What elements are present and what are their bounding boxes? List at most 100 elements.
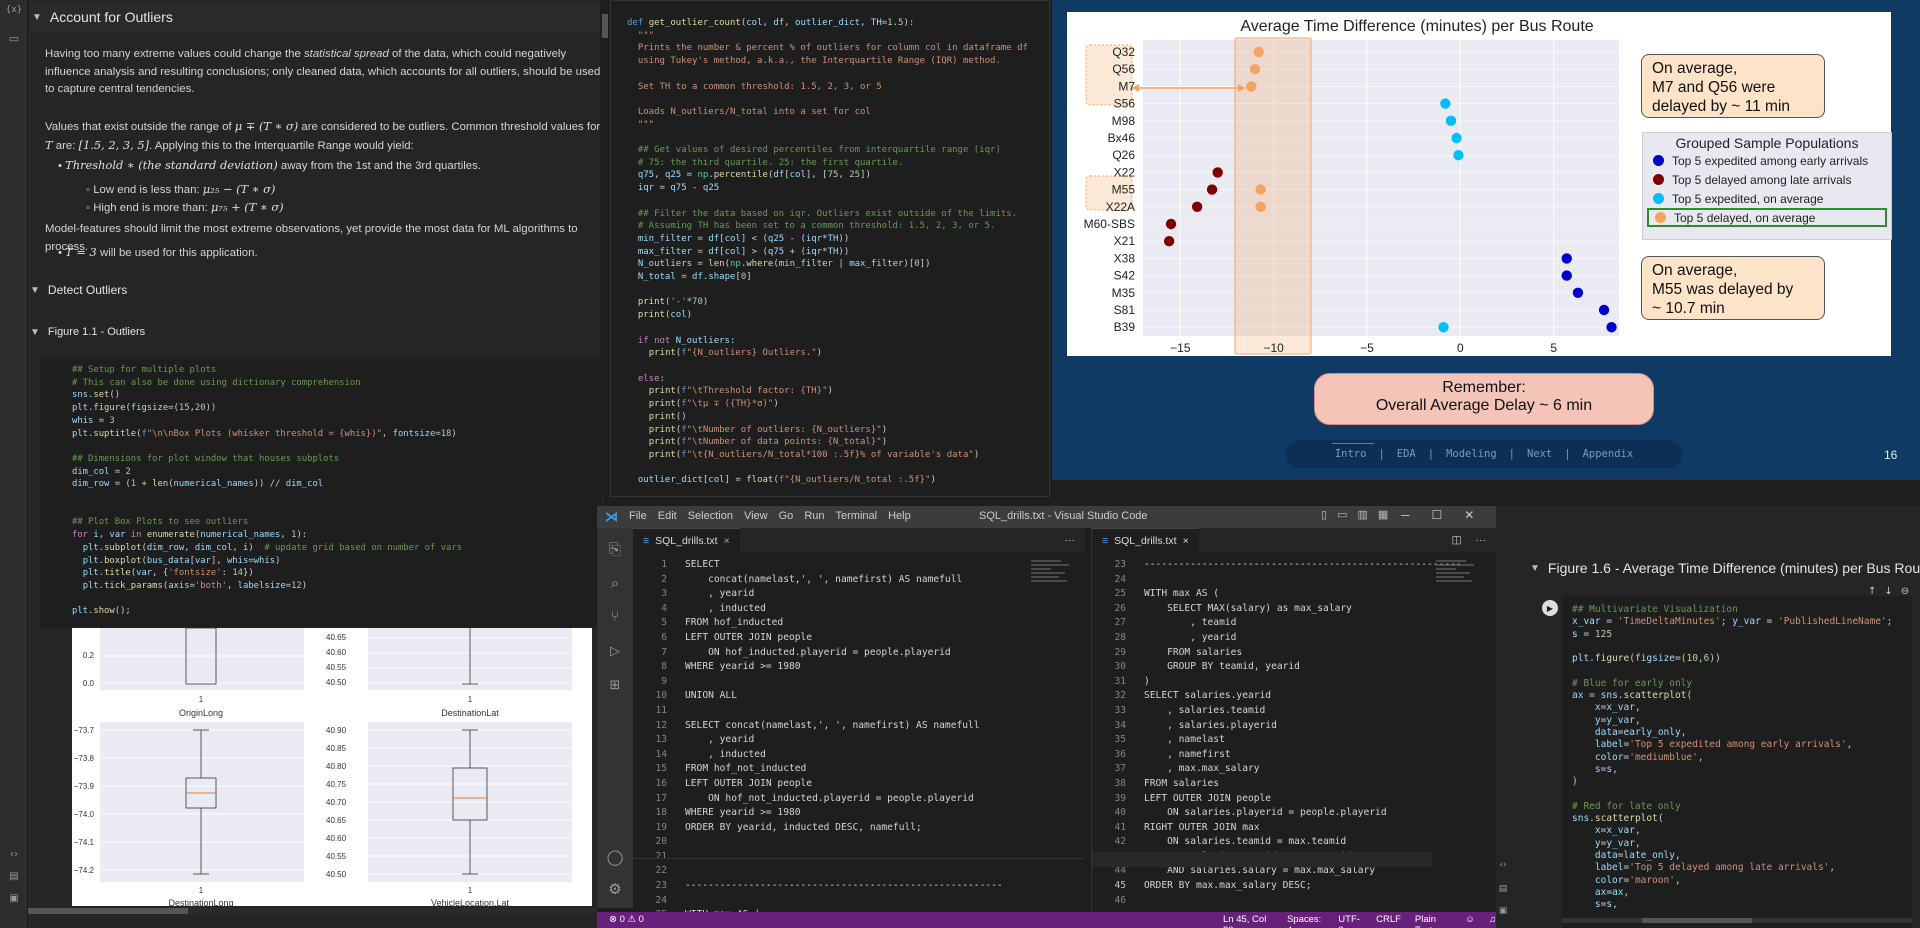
- menu-selection[interactable]: Selection: [688, 510, 733, 522]
- code-line[interactable]: 16 LEFT OUTER JOIN people: [633, 777, 1003, 792]
- bell-icon[interactable]: ♫: [1489, 914, 1496, 928]
- code-line[interactable]: 39 LEFT OUTER JOIN people: [1092, 792, 1462, 807]
- more-actions-icon[interactable]: ···: [1055, 528, 1086, 552]
- layout-icon[interactable]: ▥: [1357, 508, 1367, 521]
- menu-view[interactable]: View: [744, 510, 768, 522]
- menu-edit[interactable]: Edit: [658, 510, 677, 522]
- code-line[interactable]: 20: [633, 835, 1003, 850]
- minimize-icon[interactable]: ─: [1401, 508, 1410, 522]
- code-line[interactable]: 26 SELECT MAX(salary) as max_salary: [1092, 602, 1462, 617]
- gear-icon[interactable]: ⚙: [603, 878, 627, 900]
- code-line[interactable]: 12 SELECT concat(namelast,', ', namefirst…: [633, 719, 1003, 734]
- code-toggle-icon[interactable]: ‹›: [1496, 858, 1510, 872]
- code-line[interactable]: 37 , max.max_salary: [1092, 762, 1462, 777]
- maximize-icon[interactable]: ☐: [1432, 508, 1443, 522]
- minimap-left[interactable]: [1031, 558, 1075, 618]
- variables-icon[interactable]: {x}: [4, 2, 24, 18]
- code-line[interactable]: 34 , salaries.playerid: [1092, 719, 1462, 734]
- search-icon[interactable]: ⌕: [603, 572, 627, 594]
- code-line[interactable]: 8 WHERE yearid >= 1980: [633, 660, 1003, 675]
- code-line[interactable]: 13 , yearid: [633, 733, 1003, 748]
- code-line[interactable]: 29 FROM salaries: [1092, 646, 1462, 661]
- code-line[interactable]: 25 WITH max AS (: [1092, 587, 1462, 602]
- explorer-icon[interactable]: ⎘: [603, 538, 627, 560]
- code-line[interactable]: 15 FROM hof_not_inducted: [633, 762, 1003, 777]
- code-line[interactable]: 3 , yearid: [633, 587, 1003, 602]
- tab-close-icon[interactable]: ×: [724, 535, 730, 547]
- code-line[interactable]: 7 ON hof_inducted.playerid = people.play…: [633, 646, 1003, 661]
- code-line[interactable]: 11: [633, 704, 1003, 719]
- horizontal-scrollbar[interactable]: [28, 908, 604, 914]
- cursor-position[interactable]: Ln 45, Col 30: [1223, 914, 1273, 928]
- code-line[interactable]: 41 RIGHT OUTER JOIN max: [1092, 821, 1462, 836]
- code-line[interactable]: 6 LEFT OUTER JOIN people: [633, 631, 1003, 646]
- code-line[interactable]: 30 GROUP BY teamid, yearid: [1092, 660, 1462, 675]
- menu-file[interactable]: File: [629, 510, 647, 522]
- code-line[interactable]: 46: [1092, 894, 1462, 909]
- tab-close-icon[interactable]: ×: [1183, 535, 1189, 547]
- terminal-icon[interactable]: ▣: [1496, 904, 1510, 918]
- code-cell-boxplots[interactable]: ## Setup for multiple plots # This can a…: [40, 359, 601, 627]
- section-header-figure-1-6[interactable]: ▼ Figure 1.6 - Average Time Difference (…: [1530, 560, 1920, 576]
- code-line[interactable]: 33 , salaries.teamid: [1092, 704, 1462, 719]
- problems-indicator[interactable]: ⊗ 0 ⚠ 0: [609, 914, 644, 925]
- line-endings[interactable]: CRLF: [1376, 914, 1401, 928]
- tab-sql-drills-right[interactable]: ≡ SQL_drills.txt ×: [1092, 528, 1199, 552]
- nav-eda[interactable]: EDA: [1397, 448, 1416, 460]
- code-line[interactable]: 42 ON salaries.teamid = max.teamid: [1092, 835, 1462, 850]
- code-get-outlier-count[interactable]: def get_outlier_count(col, df, outlier_d…: [627, 17, 1028, 487]
- code-line[interactable]: 32 SELECT salaries.yearid: [1092, 689, 1462, 704]
- outline-icon[interactable]: ▭: [4, 30, 24, 46]
- code-line[interactable]: 27 , teamid: [1092, 616, 1462, 631]
- collapse-chevron-icon[interactable]: ▼: [1530, 563, 1540, 574]
- toggle-sidebar-icon[interactable]: ▭: [1337, 508, 1347, 521]
- code-line[interactable]: 28 , yearid: [1092, 631, 1462, 646]
- code-line[interactable]: 2 concat(namelast,', ', namefirst) AS na…: [633, 573, 1003, 588]
- code-line[interactable]: 1 SELECT: [633, 558, 1003, 573]
- horizontal-scrollbar[interactable]: [1562, 918, 1912, 923]
- toggle-panel-icon[interactable]: ▯: [1321, 508, 1327, 521]
- code-cell-scatter[interactable]: ## Multivariate Visualization x_var = 'T…: [1562, 596, 1912, 928]
- account-icon[interactable]: ◯: [603, 846, 627, 868]
- code-line[interactable]: 4 , inducted: [633, 602, 1003, 617]
- collapse-chevron-icon[interactable]: ▼: [30, 327, 40, 338]
- tab-sql-drills-left[interactable]: ≡ SQL_drills.txt ×: [633, 528, 740, 552]
- close-icon[interactable]: ✕: [1464, 508, 1474, 522]
- code-line[interactable]: 19 ORDER BY yearid, inducted DESC, namefu…: [633, 821, 1003, 836]
- code-line[interactable]: 40 ON salaries.playerid = people.playeri…: [1092, 806, 1462, 821]
- nav-next[interactable]: Next: [1527, 448, 1552, 460]
- language-mode[interactable]: Plain Text: [1415, 914, 1451, 928]
- collapse-chevron-icon[interactable]: ▼: [32, 12, 42, 23]
- code-line[interactable]: 31): [1092, 675, 1462, 690]
- customize-layout-icon[interactable]: ▦: [1378, 508, 1388, 521]
- run-debug-icon[interactable]: ▷: [603, 640, 627, 662]
- source-control-icon[interactable]: ⑂: [603, 606, 627, 628]
- code-line[interactable]: 23 --------------------------------------…: [633, 879, 1002, 894]
- split-editor-icon[interactable]: ◫: [1448, 528, 1466, 552]
- code-line[interactable]: 14 , inducted: [633, 748, 1003, 763]
- code-line[interactable]: 22: [633, 864, 1003, 879]
- code-line[interactable]: 36 , namefirst: [1092, 748, 1462, 763]
- code-line[interactable]: 38 FROM salaries: [1092, 777, 1462, 792]
- menu-run[interactable]: Run: [804, 510, 824, 522]
- code-line[interactable]: 24: [633, 894, 1003, 909]
- code-line[interactable]: 9: [633, 675, 1003, 690]
- encoding[interactable]: UTF-8: [1338, 914, 1362, 928]
- code-line[interactable]: 45 ORDER BY max.max_salary DESC;: [1092, 879, 1462, 894]
- minimap-right[interactable]: [1436, 558, 1480, 618]
- more-actions-icon[interactable]: ···: [1466, 528, 1497, 552]
- nav-modeling[interactable]: Modeling: [1446, 448, 1497, 460]
- markdown-icon[interactable]: ▤: [1496, 882, 1510, 896]
- extensions-icon[interactable]: ⊞: [603, 674, 627, 696]
- menu-terminal[interactable]: Terminal: [836, 510, 878, 522]
- code-line[interactable]: 24: [1092, 573, 1462, 588]
- code-line[interactable]: 35 , namelast: [1092, 733, 1462, 748]
- markdown-icon[interactable]: ▤: [4, 868, 24, 884]
- section-header-account-outliers[interactable]: ▼ Account for Outliers: [30, 2, 602, 32]
- section-header-figure-1-1[interactable]: ▼ Figure 1.1 - Outliers: [30, 326, 145, 338]
- outlier-function-code-panel[interactable]: def get_outlier_count(col, df, outlier_d…: [610, 0, 1050, 497]
- menu-go[interactable]: Go: [779, 510, 794, 522]
- code-line[interactable]: 5 FROM hof_inducted: [633, 616, 1003, 631]
- menu-help[interactable]: Help: [888, 510, 911, 522]
- nav-intro[interactable]: Intro: [1335, 448, 1367, 460]
